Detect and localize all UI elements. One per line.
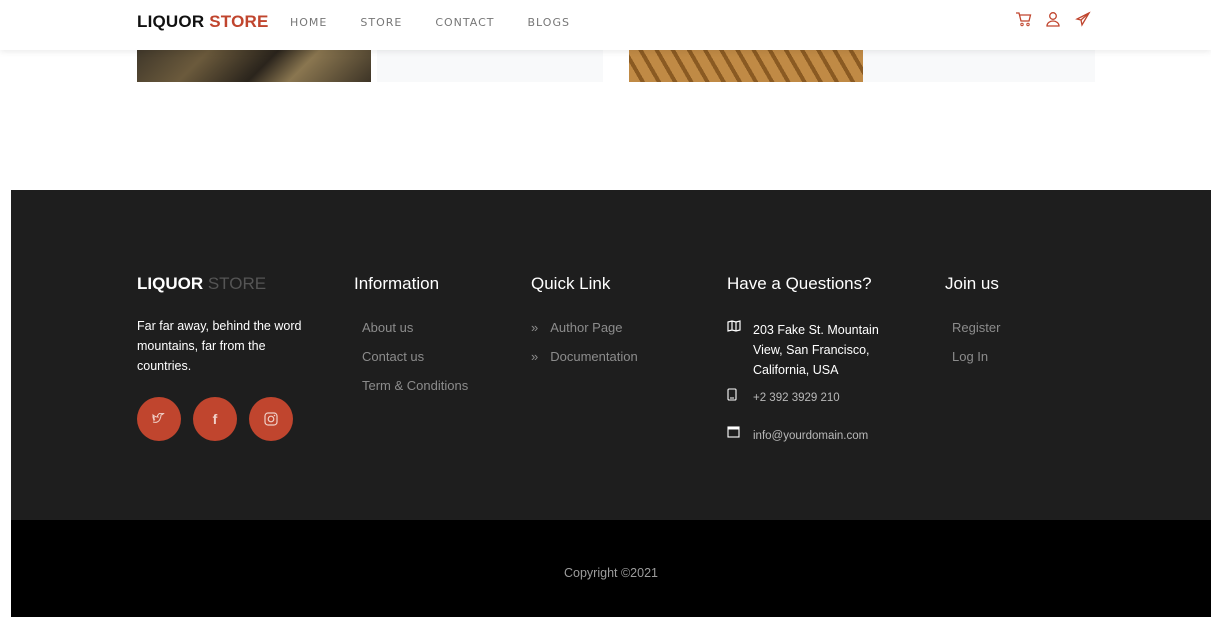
link-register[interactable]: Register xyxy=(952,320,1000,349)
author-page-label: Author Page xyxy=(550,320,623,335)
top-navbar: LIQUOR STORE HOME STORE CONTACT BLOGS xyxy=(0,0,1211,50)
link-log-in[interactable]: Log In xyxy=(952,349,1000,378)
brand-name-part2: STORE xyxy=(209,12,269,31)
link-terms-conditions[interactable]: Term & Conditions xyxy=(362,378,468,407)
email-text: info@yourdomain.com xyxy=(753,430,869,442)
nav-store[interactable]: STORE xyxy=(360,16,402,29)
copyright-text: Copyright ©2021 xyxy=(564,566,658,580)
chevron-right-icon: » xyxy=(531,320,539,335)
phone-text: +2 392 3929 210 xyxy=(753,392,840,404)
link-contact-us[interactable]: Contact us xyxy=(362,349,468,378)
nav-blogs[interactable]: BLOGS xyxy=(528,16,570,29)
link-author-page[interactable]: » Author Page xyxy=(531,320,638,349)
social-links: f xyxy=(137,397,307,441)
chevron-right-icon: » xyxy=(531,349,539,364)
send-icon[interactable] xyxy=(1074,10,1092,28)
address-text: 203 Fake St. Mountain View, San Francisc… xyxy=(753,323,879,377)
footer-quick-link-column: Quick Link » Author Page » Documentation xyxy=(531,274,638,378)
footer-about-column: LIQUOR STORE Far far away, behind the wo… xyxy=(137,274,307,441)
footer-contact-column: Have a Questions? 203 Fake St. Mountain … xyxy=(727,274,903,446)
contact-phone[interactable]: +2 392 3929 210 xyxy=(727,388,903,408)
copyright-bar: Copyright ©2021 xyxy=(11,520,1211,617)
join-us-heading: Join us xyxy=(945,274,999,293)
brand-logo[interactable]: LIQUOR STORE xyxy=(137,12,269,32)
footer-join-column: Join us Register Log In xyxy=(945,274,1000,378)
facebook-glyph: f xyxy=(212,411,218,427)
link-documentation[interactable]: » Documentation xyxy=(531,349,638,378)
footer-information-column: Information About us Contact us Term & C… xyxy=(354,274,468,407)
email-icon xyxy=(727,426,753,446)
quick-link-heading: Quick Link xyxy=(531,274,611,293)
contact-address: 203 Fake St. Mountain View, San Francisc… xyxy=(727,320,903,380)
quick-links: » Author Page » Documentation xyxy=(531,320,638,378)
user-icon[interactable] xyxy=(1044,10,1062,28)
main-nav: HOME STORE CONTACT BLOGS xyxy=(290,16,603,29)
facebook-icon[interactable]: f xyxy=(193,397,237,441)
footer-logo[interactable]: LIQUOR STORE xyxy=(137,274,307,294)
documentation-label: Documentation xyxy=(550,349,638,364)
map-icon xyxy=(727,320,753,380)
link-about-us[interactable]: About us xyxy=(362,320,468,349)
information-links: About us Contact us Term & Conditions xyxy=(362,320,468,407)
instagram-icon[interactable] xyxy=(249,397,293,441)
footer: LIQUOR STORE Far far away, behind the wo… xyxy=(11,190,1211,520)
twitter-icon[interactable] xyxy=(137,397,181,441)
questions-heading: Have a Questions? xyxy=(727,274,872,293)
footer-about-text: Far far away, behind the word mountains,… xyxy=(137,319,302,373)
footer-brand-part2: STORE xyxy=(207,274,267,293)
header-icons xyxy=(1014,10,1092,28)
nav-home[interactable]: HOME xyxy=(290,16,327,29)
nav-contact[interactable]: CONTACT xyxy=(435,16,494,29)
footer-brand-part1: LIQUOR xyxy=(137,274,204,293)
information-heading: Information xyxy=(354,274,440,293)
cart-icon[interactable] xyxy=(1014,10,1032,28)
join-links: Register Log In xyxy=(952,320,1000,378)
contact-email[interactable]: info@yourdomain.com xyxy=(727,426,903,446)
phone-icon xyxy=(727,388,753,408)
brand-name-part1: LIQUOR xyxy=(137,12,205,31)
